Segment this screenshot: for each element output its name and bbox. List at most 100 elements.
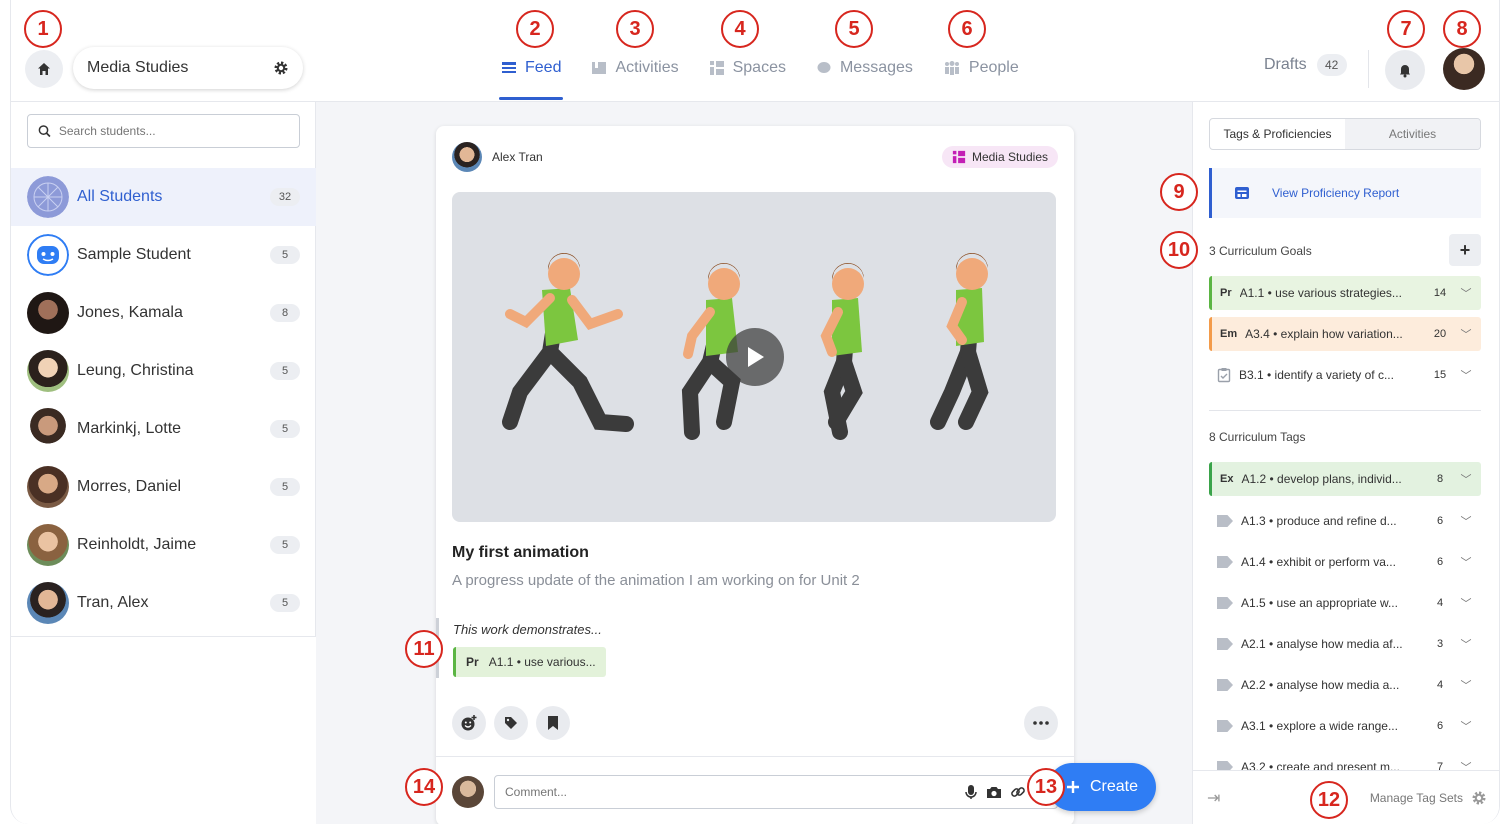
search-input[interactable] — [58, 124, 289, 138]
chevron-down-icon[interactable]: ﹀ — [1459, 595, 1473, 611]
student-list: All Students 32 Sample Student 5 Jones, … — [11, 168, 316, 632]
student-item[interactable]: Jones, Kamala 8 — [11, 284, 316, 342]
chevron-down-icon[interactable]: ﹀ — [1459, 718, 1473, 734]
callout-marker: 8 — [1443, 10, 1481, 48]
avatar — [27, 408, 69, 450]
chevron-down-icon[interactable]: ﹀ — [1459, 636, 1473, 652]
microphone-icon[interactable] — [964, 784, 978, 800]
student-item[interactable]: Tran, Alex 5 — [11, 574, 316, 632]
callout-marker: 3 — [616, 10, 654, 48]
chevron-down-icon[interactable]: ﹀ — [1459, 326, 1473, 342]
tag-item[interactable]: A1.5 • use an appropriate w... 4 ﹀ — [1209, 586, 1481, 620]
tab-people[interactable]: People — [941, 44, 1021, 92]
comment-input[interactable] — [505, 784, 956, 799]
student-item[interactable]: Morres, Daniel 5 — [11, 458, 316, 516]
student-item[interactable]: Reinholdt, Jaime 5 — [11, 516, 316, 574]
goal-item[interactable]: Em A3.4 • explain how variation... 20 ﹀ — [1209, 317, 1481, 351]
tag-icon — [1217, 720, 1233, 732]
tab-people-label: People — [968, 59, 1019, 76]
home-icon — [38, 63, 50, 75]
goal-code: Pr — [1220, 287, 1232, 299]
goal-item[interactable]: B3.1 • identify a variety of c... 15 ﹀ — [1209, 358, 1481, 392]
student-item[interactable]: Sample Student 5 — [11, 226, 316, 284]
tab-tags-proficiencies[interactable]: Tags & Proficiencies — [1210, 119, 1345, 149]
tab-activities[interactable]: Activities — [589, 44, 680, 92]
report-icon — [1235, 187, 1249, 199]
tab-spaces[interactable]: Spaces — [707, 44, 788, 92]
goal-count: 14 — [1433, 287, 1447, 299]
manage-tag-sets-button[interactable]: Manage Tag Sets — [1370, 790, 1487, 806]
post-description: A progress update of the animation I am … — [452, 572, 860, 589]
class-tag[interactable]: Media Studies — [941, 146, 1058, 168]
tag-count: 8 — [1436, 473, 1444, 485]
chevron-down-icon[interactable]: ﹀ — [1459, 471, 1473, 487]
student-count: 5 — [270, 420, 300, 438]
add-reaction-button[interactable] — [452, 706, 486, 740]
play-icon — [748, 347, 764, 367]
evidence-block: This work demonstrates... Pr A1.1 • use … — [436, 618, 736, 678]
callout-marker: 1 — [24, 10, 62, 48]
more-options-button[interactable] — [1024, 706, 1058, 740]
student-item[interactable]: Leung, Christina 5 — [11, 342, 316, 400]
home-button[interactable] — [25, 50, 63, 88]
class-tag-label: Media Studies — [971, 150, 1048, 164]
add-goal-button[interactable]: + — [1449, 234, 1481, 266]
tag-icon — [1217, 597, 1233, 609]
tag-item[interactable]: A2.2 • analyse how media a... 4 ﹀ — [1209, 668, 1481, 702]
chevron-down-icon[interactable]: ﹀ — [1459, 367, 1473, 383]
student-search[interactable] — [27, 114, 300, 148]
tag-item[interactable]: Ex A1.2 • develop plans, individ... 8 ﹀ — [1209, 462, 1481, 496]
spaces-icon — [952, 150, 966, 164]
tag-icon — [1217, 679, 1233, 691]
demonstrates-label: This work demonstrates... — [453, 622, 602, 637]
tag-item[interactable]: A1.3 • produce and refine d... 6 ﹀ — [1209, 504, 1481, 538]
spaces-icon — [709, 61, 724, 75]
class-selector[interactable]: Media Studies — [73, 47, 303, 89]
drafts-button[interactable]: Drafts 42 — [1264, 54, 1347, 76]
avatar — [27, 350, 69, 392]
bookmark-button[interactable] — [536, 706, 570, 740]
tag-text: A1.5 • use an appropriate w... — [1241, 596, 1398, 610]
chevron-down-icon[interactable]: ﹀ — [1459, 285, 1473, 301]
avatar — [27, 292, 69, 334]
chevron-down-icon[interactable]: ﹀ — [1459, 554, 1473, 570]
camera-icon[interactable] — [986, 785, 1002, 799]
tab-messages[interactable]: Messages — [814, 44, 915, 92]
tag-count: 6 — [1436, 556, 1444, 568]
goal-code: Em — [1220, 328, 1238, 340]
tag-count: 6 — [1436, 720, 1444, 732]
view-proficiency-report-button[interactable]: View Proficiency Report — [1209, 168, 1481, 218]
notifications-button[interactable] — [1385, 50, 1425, 90]
play-button[interactable] — [726, 328, 784, 386]
comment-box[interactable] — [494, 774, 1058, 809]
gear-icon[interactable] — [273, 60, 289, 76]
video-player[interactable] — [452, 192, 1056, 522]
proficiency-chip[interactable]: Pr A1.1 • use various... — [453, 647, 606, 677]
checklist-icon — [1217, 368, 1231, 383]
student-name: Tran, Alex — [77, 594, 149, 611]
callout-marker: 7 — [1387, 10, 1425, 48]
goal-item[interactable]: Pr A1.1 • use various strategies... 14 ﹀ — [1209, 276, 1481, 310]
user-avatar[interactable] — [1443, 48, 1485, 90]
link-icon[interactable] — [1010, 784, 1026, 800]
chevron-down-icon[interactable]: ﹀ — [1459, 513, 1473, 529]
tag-button[interactable] — [494, 706, 528, 740]
callout-marker: 10 — [1160, 231, 1198, 269]
tab-feed[interactable]: Feed — [499, 44, 564, 100]
tag-item[interactable]: A3.1 • explore a wide range... 6 ﹀ — [1209, 709, 1481, 743]
post-title: My first animation — [452, 544, 589, 561]
tag-item[interactable]: A2.1 • analyse how media af... 3 ﹀ — [1209, 627, 1481, 661]
student-count: 5 — [270, 246, 300, 264]
chevron-down-icon[interactable]: ﹀ — [1459, 677, 1473, 693]
comment-row — [436, 756, 1074, 824]
post-author: Alex Tran — [492, 150, 543, 164]
student-count: 5 — [270, 478, 300, 496]
student-item-all[interactable]: All Students 32 — [11, 168, 316, 226]
panel-tabs: Tags & Proficiencies Activities — [1209, 118, 1481, 150]
callout-marker: 11 — [405, 630, 443, 668]
tag-item[interactable]: A1.4 • exhibit or perform va... 6 ﹀ — [1209, 545, 1481, 579]
tags-header: 8 Curriculum Tags — [1209, 430, 1306, 444]
student-item[interactable]: Markinkj, Lotte 5 — [11, 400, 316, 458]
tab-panel-activities[interactable]: Activities — [1345, 119, 1480, 149]
collapse-panel-icon[interactable]: ⇥ — [1207, 788, 1220, 808]
